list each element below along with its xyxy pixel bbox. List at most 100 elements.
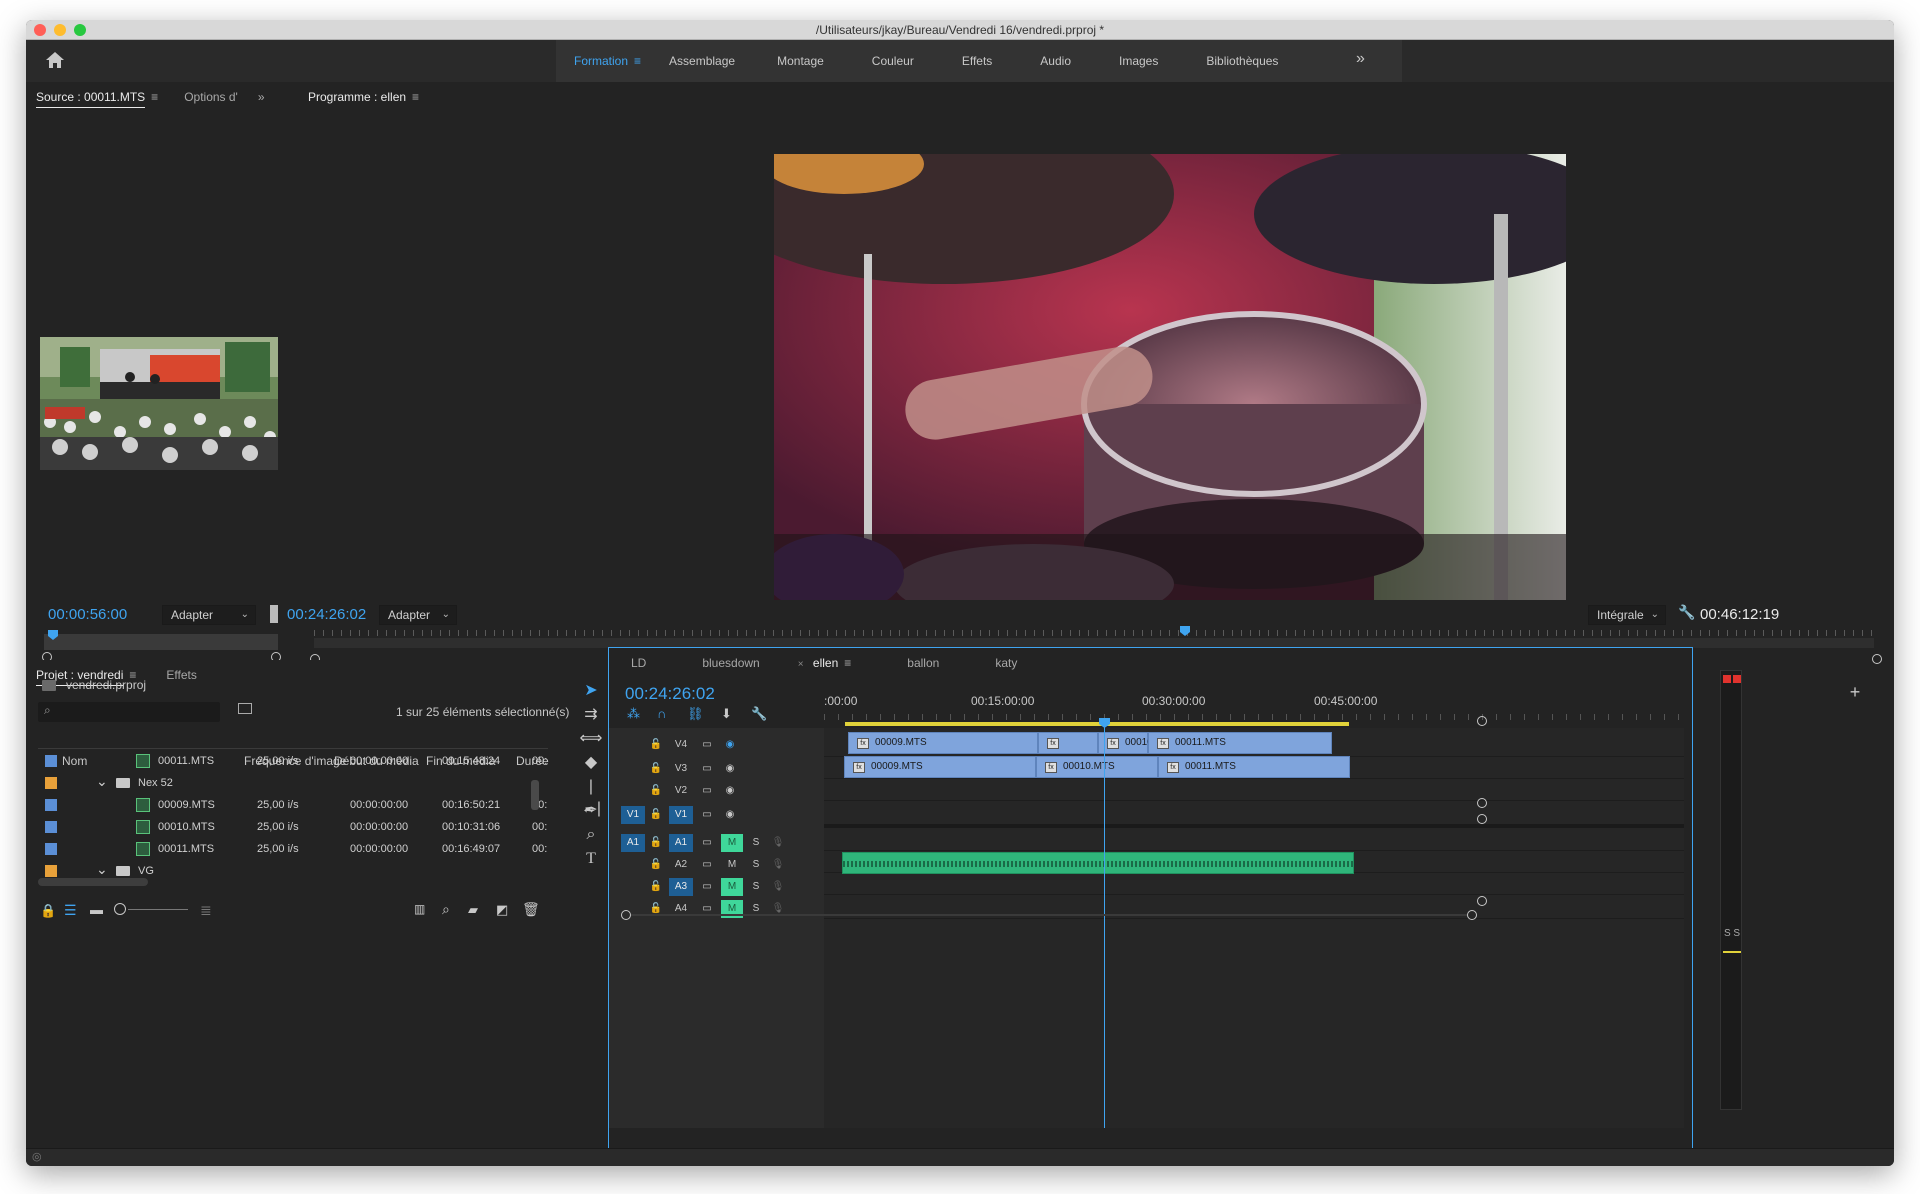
label-color-swatch[interactable] [45,843,57,855]
mic-icon[interactable]: 🎙 [771,856,785,874]
list-view-icon[interactable]: ☰ [64,902,77,919]
tab-seq-ellen[interactable]: × ellen ≡ [788,656,880,670]
track-label-a1[interactable]: A1 [669,834,693,852]
mute-button[interactable]: M [721,834,743,852]
timeline-timecode[interactable]: 00:24:26:02 [625,684,715,704]
label-color-swatch[interactable] [45,755,57,767]
tab-seq-katy[interactable]: katy [967,656,1045,670]
work-area-bar[interactable] [845,722,1349,726]
clip-v3-00011[interactable]: fx 00011.MTS [1158,756,1350,778]
project-horizontal-scrollbar[interactable] [38,878,148,886]
solo-button[interactable]: S [749,856,763,874]
more-panels-icon[interactable]: » [248,82,275,112]
timeline-zoom-end-handle[interactable] [1467,910,1477,920]
project-list-scrollbar[interactable] [531,780,539,810]
track-label-v4[interactable]: V4 [671,736,691,754]
source-patch-v1[interactable]: V1 [621,806,645,824]
lock-icon[interactable]: 🔓 [649,878,663,896]
lock-icon[interactable]: 🔓 [649,856,663,874]
lock-icon[interactable]: 🔓 [649,782,663,800]
label-color-swatch[interactable] [45,821,57,833]
list-item[interactable]: 00011.MTS 25,00 i/s 00:00:00:00 00:16:49:07… [38,839,548,861]
mute-button[interactable]: M [721,878,743,896]
razor-tool-icon[interactable]: ◆ [579,752,603,774]
lock-icon[interactable]: 🔓 [649,736,663,754]
workspace-menu-icon[interactable]: ≡ [634,54,641,68]
lock-icon[interactable]: 🔓 [649,806,663,824]
eye-icon[interactable]: ◉ [719,782,741,800]
workspace-tab-montage[interactable]: Montage [753,40,848,82]
eye-hidden-icon[interactable]: ◉ [719,736,741,754]
trash-icon[interactable]: 🗑 [522,901,540,918]
nest-toggle-icon[interactable]: ⁂ [627,706,640,722]
vertical-zoom-handle[interactable] [1477,798,1487,808]
track-label-v3[interactable]: V3 [671,760,691,778]
timeline-horizontal-scrollbar[interactable] [631,914,1467,916]
tab-effects[interactable]: Effets [156,660,206,690]
wrench-icon[interactable]: 🔧 [1678,604,1695,621]
clip-v3-00010[interactable]: fx 00010.MTS [1036,756,1158,778]
sort-icon[interactable]: ≣ [200,902,212,919]
vertical-zoom-handle[interactable] [1477,814,1487,824]
tab-seq-ballon[interactable]: ballon [879,656,967,670]
source-timecode[interactable]: 00:00:56:00 [48,606,127,623]
workspace-tab-couleur[interactable]: Couleur [848,40,938,82]
automate-to-sequence-icon[interactable]: ▥ [414,902,425,916]
zoom-slider-handle[interactable] [114,903,126,915]
vertical-zoom-handle[interactable] [1477,716,1487,726]
sync-lock-icon[interactable]: ▭ [697,736,717,754]
vertical-zoom-handle[interactable] [1477,896,1487,906]
source-fit-dropdown[interactable]: Adapter ⌄ [162,605,256,625]
new-bin-icon[interactable]: ▰ [468,902,478,918]
find-icon[interactable]: ⌕ [442,901,450,918]
clip-indicator-right[interactable] [1733,675,1741,683]
add-marker-icon[interactable]: ⬇ [721,706,732,722]
audio-clip-a2[interactable] [842,852,1354,874]
selection-tool-icon[interactable]: ➤ [579,680,603,702]
mute-button[interactable]: M [721,856,743,874]
solo-left-button[interactable]: S [1724,928,1731,939]
panel-menu-icon[interactable]: ≡ [412,90,419,104]
project-search-input[interactable]: ⌕ [38,702,220,722]
program-fit-dropdown[interactable]: Adapter ⌄ [379,605,457,625]
lock-icon[interactable]: 🔒 [40,903,56,919]
track-label-a2[interactable]: A2 [671,856,691,874]
workspace-tab-bibliotheques[interactable]: Bibliothèques [1182,40,1302,82]
new-search-bin-icon[interactable] [238,703,252,714]
timeline-tracks[interactable]: fx 00009.MTS fx fx 00010. fx 00011.MTS fx 00… [824,728,1684,1128]
clip-v4-00010-a[interactable]: fx [1038,732,1098,754]
home-icon[interactable] [44,50,66,70]
clip-indicator-left[interactable] [1723,675,1731,683]
clip-v3-00009[interactable]: fx 00009.MTS [844,756,1036,778]
timeline-playhead-line[interactable] [1104,722,1105,1128]
timeline-ruler[interactable]: :00:00 00:15:00:00 00:30:00:00 00:45:00:… [824,686,1684,722]
slip-tool-icon[interactable]: |↔| [579,776,603,817]
icon-view-icon[interactable]: ▬ [90,902,103,917]
bin-row[interactable]: ⌄ Nex 52 [38,773,548,795]
sync-lock-icon[interactable]: ▭ [697,834,717,852]
sync-lock-icon[interactable]: ▭ [697,760,717,778]
source-settings-handle[interactable] [270,605,278,623]
solo-right-button[interactable]: S [1733,928,1740,939]
label-color-swatch[interactable] [45,865,57,877]
zoom-slider-track[interactable] [128,909,188,910]
tab-options[interactable]: Options d' [174,82,248,112]
workspace-tab-effets[interactable]: Effets [938,40,1016,82]
track-label-v2[interactable]: V2 [671,782,691,800]
timeline-settings-wrench-icon[interactable]: 🔧 [751,706,767,722]
workspace-tab-images[interactable]: Images [1095,40,1182,82]
linked-selection-icon[interactable]: ⛓ [687,706,704,722]
zoom-tool-icon[interactable]: ⌕ [579,824,603,846]
tab-seq-bluesdown[interactable]: bluesdown [674,656,787,670]
timeline-playhead[interactable] [1099,718,1110,728]
tab-source[interactable]: Source : 00011.MTS ≡ [26,82,168,112]
sync-lock-icon[interactable]: ▭ [697,782,717,800]
lock-icon[interactable]: 🔓 [649,834,663,852]
eye-icon[interactable]: ◉ [719,806,741,824]
pen-tool-icon[interactable]: ✒ [579,800,603,822]
new-item-icon[interactable]: ◩ [496,902,508,918]
solo-button[interactable]: S [749,878,763,896]
mic-icon[interactable]: 🎙 [771,834,785,852]
solo-button[interactable]: S [749,834,763,852]
workspace-tab-assemblage[interactable]: Assemblage [651,40,753,82]
